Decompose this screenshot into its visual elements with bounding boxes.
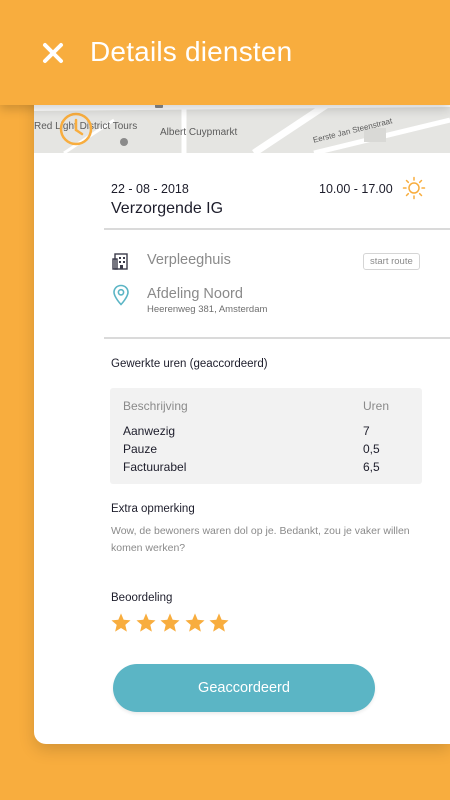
star-icon[interactable] [159, 612, 181, 634]
shift-detail-card: Red Light District Tours Albert Cuypmark… [34, 80, 450, 744]
department-name: Afdeling Noord [147, 286, 243, 302]
shift-time: 10.00 - 17.00 [319, 182, 393, 196]
column-header-description: Beschrijving [123, 399, 188, 413]
table-row: Aanwezig 7 [110, 424, 422, 442]
page-title: Details diensten [90, 36, 293, 67]
row-label: Pauze [123, 442, 158, 456]
sun-icon [402, 176, 426, 200]
building-icon [112, 252, 130, 270]
location-name: Verpleeghuis [147, 252, 231, 268]
extra-remark-title: Extra opmerking [111, 503, 195, 515]
rating-title: Beoordeling [111, 592, 173, 604]
star-icon[interactable] [110, 612, 132, 634]
clock-icon [58, 111, 94, 147]
start-route-button[interactable]: start route [363, 253, 420, 270]
extra-remark-text: Wow, de bewoners waren dol op je. Bedank… [111, 525, 410, 554]
star-icon[interactable] [184, 612, 206, 634]
row-value: 6,5 [363, 460, 380, 474]
approved-button[interactable]: Geaccordeerd [113, 664, 375, 712]
row-value: 0,5 [363, 442, 380, 456]
row-label: Factuurabel [123, 460, 187, 474]
column-header-hours: Uren [363, 399, 390, 413]
star-icon[interactable] [208, 612, 230, 634]
worked-hours-table: Beschrijving Uren Aanwezig 7 Pauze 0,5 F… [110, 388, 422, 484]
shift-date: 22 - 08 - 2018 [111, 182, 189, 196]
star-icon[interactable] [135, 612, 157, 634]
row-label: Aanwezig [123, 424, 176, 438]
divider [104, 337, 450, 339]
department-address: Heerenweg 381, Amsterdam [147, 304, 268, 315]
close-icon [43, 43, 63, 63]
shift-role: Verzorgende IG [111, 200, 224, 217]
location-pin-icon [112, 284, 130, 306]
table-row: Factuurabel 6,5 [110, 460, 422, 478]
worked-hours-title: Gewerkte uren (geaccordeerd) [111, 358, 268, 370]
row-value: 7 [363, 424, 370, 438]
divider [104, 228, 450, 230]
map-label-market: Albert Cuypmarkt [160, 127, 238, 138]
table-row: Pauze 0,5 [110, 442, 422, 460]
close-button[interactable] [40, 40, 66, 66]
app-header: Details diensten [0, 0, 450, 105]
